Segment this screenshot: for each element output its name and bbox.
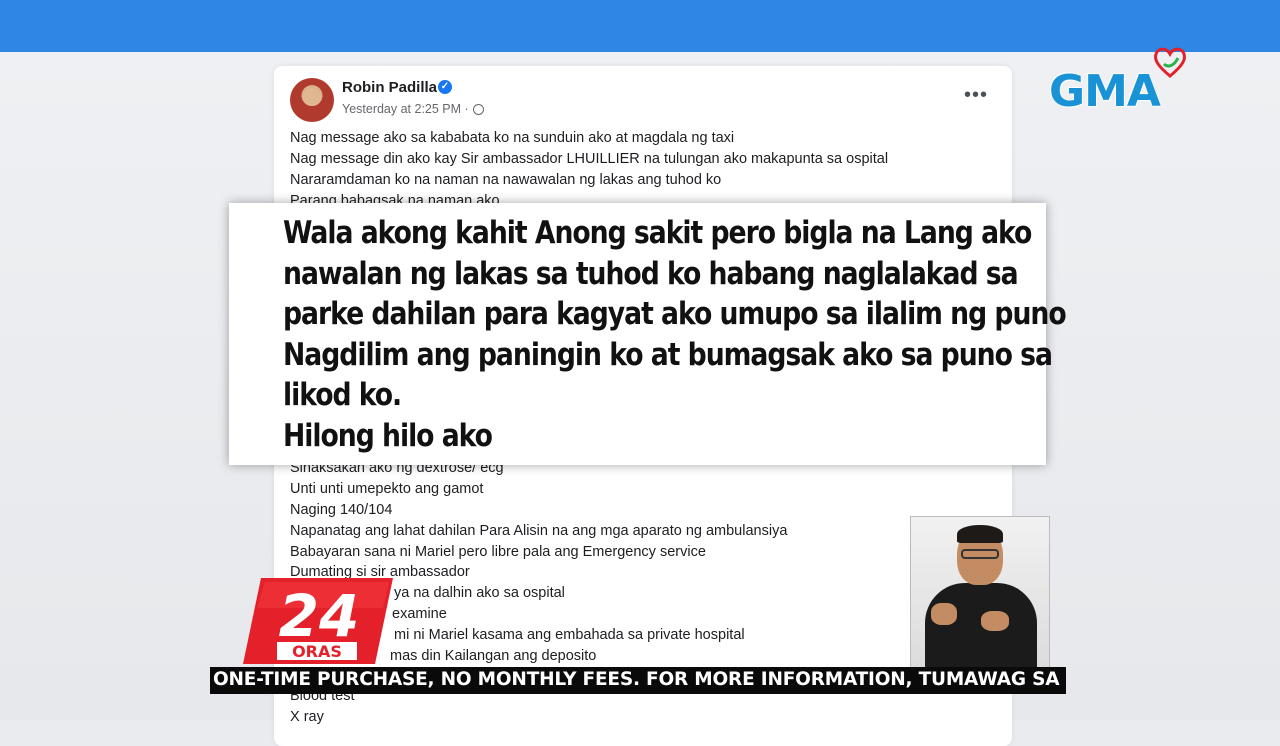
news-ticker: ONE-TIME PURCHASE, NO MONTHLY FEES. FOR … (210, 667, 1066, 694)
post-line: examine (392, 606, 447, 622)
gma-logo: GMA (1049, 66, 1161, 117)
globe-icon (472, 104, 484, 115)
quote-line: Nagdilim ang paningin ko at bumagsak ako… (283, 336, 1053, 373)
post-line: Babayaran sana ni Mariel pero libre pala… (290, 544, 706, 560)
post-author[interactable]: Robin Padilla (342, 79, 437, 96)
24-oras-logo: 24 ORAS (243, 578, 393, 664)
sign-language-interpreter (910, 516, 1050, 668)
quote-line: parke dahilan para kagyat ako umupo sa i… (283, 296, 1067, 332)
post-line: Nag message din ako kay Sir ambassador L… (290, 151, 889, 167)
post-line: Unti unti umepekto ang gamot (290, 481, 484, 497)
verified-badge-icon: ✓ (438, 80, 452, 94)
more-options-icon[interactable]: ••• (964, 84, 988, 107)
show-number: 24 (279, 582, 360, 650)
post-line: Naging 140/104 (290, 502, 393, 518)
quote-line: Wala akong kahit Anong sakit pero bigla … (283, 215, 1032, 251)
post-line: Nararamdaman ko na naman na nawawalan ng… (290, 172, 722, 188)
post-line: Napanatag ang lahat dahilan Para Alisin … (290, 523, 788, 539)
post-line: X ray (290, 709, 324, 725)
quote-overlay: Wala akong kahit Anong sakit pero bigla … (229, 203, 1067, 465)
post-line: Nag message ako sa kababata ko na sundui… (290, 130, 735, 146)
top-bar (0, 0, 1280, 52)
show-name: ORAS (292, 642, 342, 661)
post-meta: Yesterday at 2:25 PM · (342, 102, 484, 116)
quote-line: nawalan ng lakas sa tuhod ko habang nagl… (283, 255, 1019, 292)
post-line: mi ni Mariel kasama ang embahada sa priv… (394, 627, 745, 643)
post-timestamp[interactable]: Yesterday at 2:25 PM · (342, 102, 469, 116)
quote-line: Hilong hilo ako (283, 417, 493, 454)
quote-text: Wala akong kahit Anong sakit pero bigla … (283, 213, 1067, 456)
gma-heart-icon (1154, 47, 1186, 78)
avatar[interactable] (290, 78, 334, 122)
post-line: mas din Kailangan ang deposito (390, 648, 597, 664)
post-line: ya na dalhin ako sa ospital (394, 585, 565, 601)
ticker-text: ONE-TIME PURCHASE, NO MONTHLY FEES. FOR … (213, 669, 1066, 690)
quote-line: likod ko. (283, 377, 402, 413)
